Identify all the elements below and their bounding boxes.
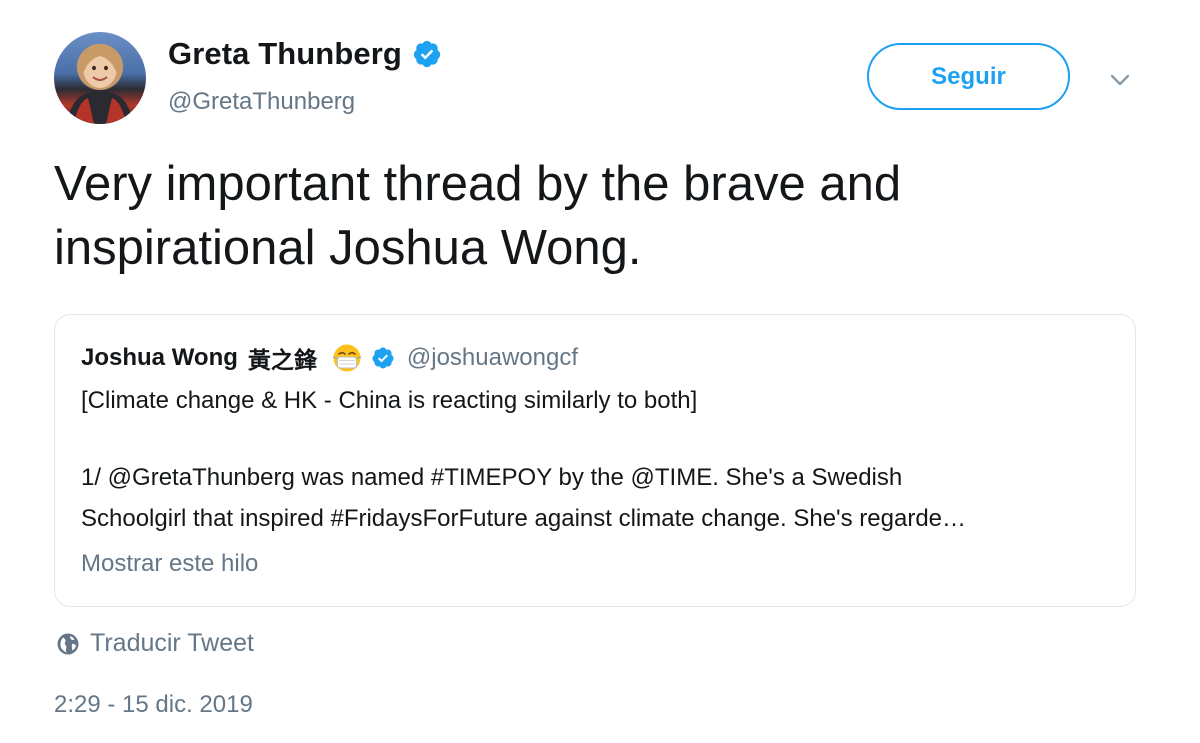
quoted-tweet-header: Joshua Wong 黃之鋒 @joshuawongcf	[81, 341, 578, 375]
globe-icon	[56, 632, 80, 656]
author-handle[interactable]: @GretaThunberg	[168, 88, 355, 116]
tweet-text: Very important thread by the brave and i…	[54, 157, 902, 275]
quoted-tweet-line: [Climate change & HK - China is reacting…	[81, 387, 698, 414]
author-display-name[interactable]: Greta Thunberg	[168, 36, 402, 72]
author-name-row: Greta Thunberg	[168, 36, 442, 72]
tweet-timestamp[interactable]: 2:29 - 15 dic. 2019	[54, 691, 253, 719]
verified-badge-icon	[412, 39, 442, 69]
avatar[interactable]	[54, 32, 146, 124]
quoted-verified-badge-icon	[371, 346, 395, 370]
follow-button[interactable]: Seguir	[867, 43, 1070, 110]
quoted-author-handle: @joshuawongcf	[406, 344, 579, 371]
quoted-tweet-line: 1/ @GretaThunberg was named #TIMEPOY by …	[81, 464, 903, 491]
show-thread-link[interactable]: Mostrar este hilo	[81, 550, 258, 578]
quoted-tweet-card[interactable]: Joshua Wong 黃之鋒 @joshuawongcf [Climate c…	[54, 314, 1136, 607]
quoted-author-name: Joshua Wong	[81, 344, 238, 371]
avatar-image	[68, 44, 132, 124]
quoted-tweet-line: Schoolgirl that inspired #FridaysForFutu…	[81, 505, 967, 532]
mask-emoji-icon	[329, 343, 365, 373]
translate-tweet-link[interactable]: Traducir Tweet	[90, 629, 254, 658]
chevron-down-icon[interactable]	[1106, 66, 1134, 94]
quoted-author-name-cjk: 黃之鋒	[247, 348, 317, 374]
translate-tweet-row[interactable]: Traducir Tweet	[56, 629, 254, 658]
